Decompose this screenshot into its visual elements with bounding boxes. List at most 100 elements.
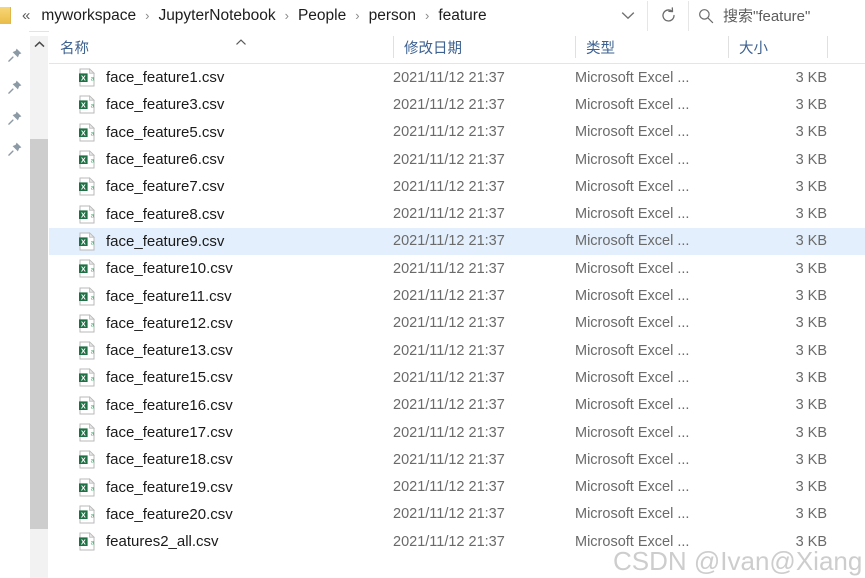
file-name-cell[interactable]: Xa face_feature20.csv <box>49 504 233 524</box>
file-name-cell[interactable]: Xa face_feature11.csv <box>49 286 232 306</box>
svg-text:a: a <box>91 76 95 83</box>
file-date-cell: 2021/11/12 21:37 <box>393 178 505 195</box>
file-name-cell[interactable]: Xa face_feature12.csv <box>49 313 233 333</box>
column-header-size[interactable]: 大小 <box>728 31 827 63</box>
column-header-type[interactable]: 类型 <box>575 31 728 63</box>
column-divider[interactable] <box>827 36 828 58</box>
table-row[interactable]: Xa face_feature7.csv 2021/11/12 21:37 Micro… <box>49 173 865 200</box>
excel-csv-icon: Xa <box>78 450 96 469</box>
table-row[interactable]: Xa face_feature12.csv 2021/11/12 21:37 Micr… <box>49 310 865 337</box>
file-name-cell[interactable]: Xa face_feature10.csv <box>49 259 233 278</box>
table-row[interactable]: Xa face_feature17.csv 2021/11/12 21:37 Micr… <box>49 419 865 446</box>
table-row[interactable]: Xa face_feature1.csv 2021/11/12 21:37 Micro… <box>49 64 865 91</box>
table-row[interactable]: Xa face_feature11.csv 2021/11/12 21:37 Micr… <box>49 282 865 309</box>
quick-access-pin-rail <box>0 31 29 578</box>
file-size-cell: 3 KB <box>795 479 827 496</box>
table-row[interactable]: Xa face_feature9.csv 2021/11/12 21:37 Micro… <box>49 227 865 256</box>
table-row[interactable]: Xa face_feature6.csv 2021/11/12 21:37 Micro… <box>49 146 865 173</box>
excel-csv-icon: Xa <box>78 423 96 442</box>
breadcrumb-item-jupyternotebook[interactable]: JupyterNotebook <box>156 5 277 27</box>
pin-icon[interactable] <box>7 47 23 63</box>
column-header-name[interactable]: 名称 <box>49 31 393 63</box>
table-row[interactable]: Xa face_feature5.csv 2021/11/12 21:37 Micro… <box>49 119 865 146</box>
vertical-scrollbar[interactable] <box>30 36 49 578</box>
breadcrumb-item-myworkspace[interactable]: myworkspace <box>39 5 138 27</box>
file-name-label: face_feature13.csv <box>106 342 233 360</box>
table-row[interactable]: Xa face_feature16.csv 2021/11/12 21:37 Micr… <box>49 392 865 419</box>
table-row[interactable]: Xa face_feature13.csv 2021/11/12 21:37 Micr… <box>49 337 865 364</box>
file-name-cell[interactable]: Xa face_feature1.csv <box>49 68 224 87</box>
pin-icon[interactable] <box>7 79 23 95</box>
file-name-label: face_feature18.csv <box>106 451 233 469</box>
search-box[interactable]: 搜索"feature" <box>688 0 865 31</box>
file-name-cell[interactable]: Xa face_feature9.csv <box>49 231 224 251</box>
excel-csv-icon: Xa <box>78 286 96 306</box>
file-name-cell[interactable]: Xa face_feature5.csv <box>49 122 224 142</box>
file-name-label: features2_all.csv <box>106 533 219 551</box>
file-size-cell: 3 KB <box>795 451 827 468</box>
file-size-cell: 3 KB <box>795 233 827 250</box>
file-name-cell[interactable]: Xa face_feature6.csv <box>49 150 224 169</box>
table-row[interactable]: Xa face_feature3.csv 2021/11/12 21:37 Micro… <box>49 91 865 118</box>
excel-csv-icon: Xa <box>78 368 96 387</box>
svg-text:X: X <box>81 73 86 82</box>
file-name-cell[interactable]: Xa face_feature19.csv <box>49 477 233 497</box>
svg-text:a: a <box>91 321 95 328</box>
table-row[interactable]: Xa face_feature20.csv 2021/11/12 21:37 Micr… <box>49 501 865 528</box>
svg-text:X: X <box>81 456 86 465</box>
excel-csv-icon: Xa <box>78 341 96 360</box>
file-name-cell[interactable]: Xa face_feature13.csv <box>49 341 233 360</box>
svg-text:a: a <box>91 240 95 247</box>
file-type-cell: Microsoft Excel ... <box>575 342 690 359</box>
file-date-cell: 2021/11/12 21:37 <box>393 342 505 359</box>
file-date-cell: 2021/11/12 21:37 <box>393 506 505 523</box>
file-size-cell: 3 KB <box>795 506 827 523</box>
table-row[interactable]: Xa face_feature8.csv 2021/11/12 21:37 Micro… <box>49 200 865 227</box>
svg-text:a: a <box>91 349 95 356</box>
address-bar: « myworkspace › JupyterNotebook › People… <box>0 0 865 32</box>
table-row[interactable]: Xa features2_all.csv 2021/11/12 21:37 Micro… <box>49 528 865 555</box>
file-name-label: face_feature6.csv <box>106 151 225 169</box>
breadcrumb-item-feature[interactable]: feature <box>436 5 488 27</box>
svg-text:a: a <box>91 485 95 492</box>
file-name-cell[interactable]: Xa face_feature8.csv <box>49 204 224 224</box>
svg-text:X: X <box>81 128 86 137</box>
search-icon <box>689 1 723 31</box>
file-name-cell[interactable]: Xa face_feature15.csv <box>49 368 233 387</box>
excel-csv-icon: Xa <box>78 68 96 87</box>
chevron-up-icon[interactable] <box>30 36 48 53</box>
table-row[interactable]: Xa face_feature15.csv 2021/11/12 21:37 Micr… <box>49 364 865 391</box>
pin-icon[interactable] <box>7 141 23 157</box>
file-name-cell[interactable]: Xa face_feature16.csv <box>49 395 233 415</box>
file-name-label: face_feature20.csv <box>106 505 233 523</box>
table-row[interactable]: Xa face_feature19.csv 2021/11/12 21:37 Micr… <box>49 473 865 500</box>
breadcrumb-item-people[interactable]: People <box>296 5 348 27</box>
file-type-cell: Microsoft Excel ... <box>575 315 690 332</box>
svg-text:a: a <box>91 130 95 137</box>
table-row[interactable]: Xa face_feature18.csv 2021/11/12 21:37 Micr… <box>49 446 865 473</box>
file-name-cell[interactable]: Xa features2_all.csv <box>49 532 219 551</box>
file-size-cell: 3 KB <box>795 397 827 414</box>
chevron-down-icon[interactable] <box>609 1 647 31</box>
file-size-cell: 3 KB <box>795 288 827 305</box>
back-chevrons-icon[interactable]: « <box>22 8 30 23</box>
file-name-label: face_feature17.csv <box>106 424 233 441</box>
file-name-cell[interactable]: Xa face_feature18.csv <box>49 450 233 469</box>
file-name-cell[interactable]: Xa face_feature17.csv <box>49 423 233 442</box>
file-type-cell: Microsoft Excel ... <box>575 451 690 468</box>
scrollbar-thumb[interactable] <box>30 139 48 529</box>
file-type-cell: Microsoft Excel ... <box>575 533 690 550</box>
search-input[interactable]: 搜索"feature" <box>723 5 810 26</box>
column-header-date-modified[interactable]: 修改日期 <box>393 31 575 63</box>
file-type-cell: Microsoft Excel ... <box>575 288 690 305</box>
file-name-cell[interactable]: Xa face_feature7.csv <box>49 177 224 196</box>
svg-text:X: X <box>81 510 86 519</box>
table-row[interactable]: Xa face_feature10.csv 2021/11/12 21:37 Micr… <box>49 255 865 282</box>
file-name-cell[interactable]: Xa face_feature3.csv <box>49 95 224 114</box>
svg-text:a: a <box>91 267 95 274</box>
svg-text:X: X <box>81 428 86 437</box>
pin-icon[interactable] <box>7 110 23 126</box>
breadcrumb-separator: › <box>355 8 360 23</box>
breadcrumb-item-person[interactable]: person <box>367 5 418 27</box>
refresh-icon[interactable] <box>648 1 688 31</box>
